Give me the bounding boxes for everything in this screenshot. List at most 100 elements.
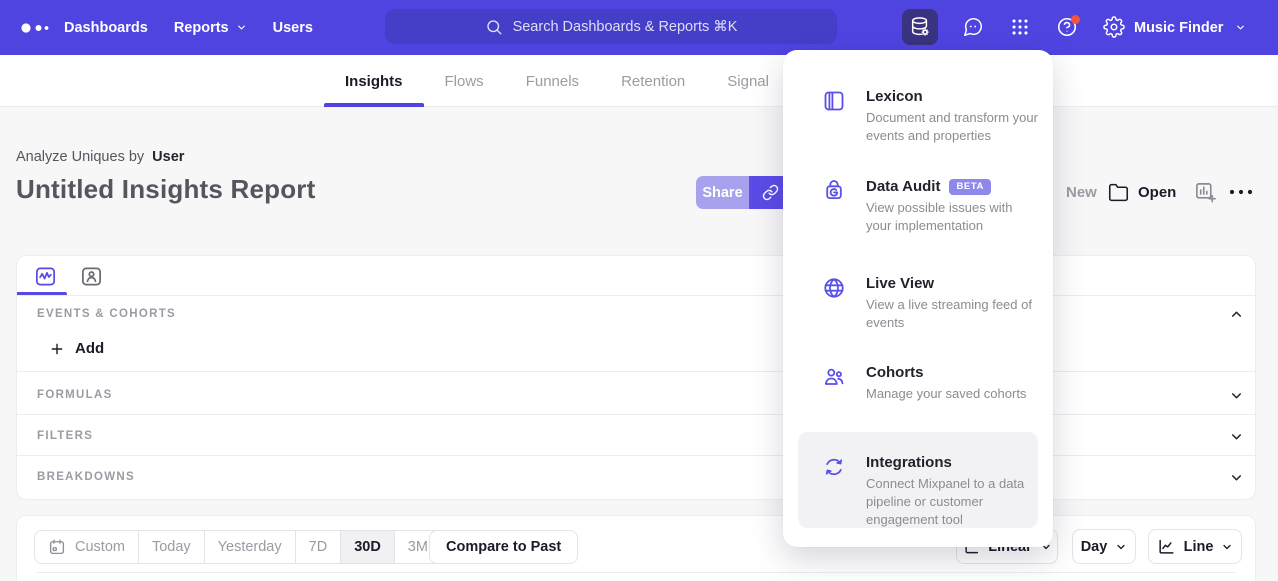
menu-item-live-view[interactable]: Live View View a live streaming feed of … (822, 275, 1038, 332)
users-view-tab[interactable] (79, 264, 103, 288)
add-to-board-button[interactable] (1194, 181, 1217, 204)
range-custom[interactable]: Custom (35, 531, 138, 563)
settings-tool[interactable] (1096, 9, 1132, 45)
top-navbar: Dashboards Reports Users Search Dashboar… (0, 0, 1278, 55)
data-management-dropdown: Lexicon Document and transform your even… (783, 50, 1053, 547)
divider (17, 371, 1255, 372)
folder-icon (1108, 182, 1129, 203)
more-options-button[interactable] (1228, 186, 1254, 198)
lexicon-book-icon (822, 89, 846, 113)
data-management-tool[interactable] (902, 9, 938, 45)
menu-item-title: Data Audit BETA (866, 178, 1038, 195)
range-yesterday[interactable]: Yesterday (204, 531, 295, 563)
tab-flows[interactable]: Flows (445, 55, 484, 107)
expand-formulas-button[interactable] (1229, 388, 1244, 403)
nav-users-label: Users (273, 20, 313, 36)
search-placeholder: Search Dashboards & Reports ⌘K (513, 19, 738, 35)
divider (37, 572, 1235, 573)
menu-item-description: Connect Mixpanel to a data pipeline or c… (866, 476, 1024, 527)
app-window: Dashboards Reports Users Search Dashboar… (0, 0, 1278, 581)
chart-type-label: Line (1184, 539, 1214, 555)
compare-to-past-button[interactable]: Compare to Past (429, 530, 578, 564)
menu-item-integrations[interactable]: Integrations Connect Mixpanel to a data … (822, 454, 1038, 529)
message-bubble-icon (962, 16, 984, 38)
query-builder-card: EVENTS & COHORTS Add FORMULAS FILTERS BR… (16, 255, 1256, 500)
mixpanel-logo-icon[interactable] (20, 17, 50, 39)
menu-item-title-text: Data Audit (866, 178, 940, 195)
tab-insights[interactable]: Insights (345, 55, 403, 107)
chevron-down-icon (1115, 541, 1127, 553)
globe-icon (822, 276, 846, 300)
workspace-name: Music Finder (1134, 20, 1223, 36)
menu-item-data-audit[interactable]: Data Audit BETA View possible issues wit… (822, 178, 1038, 235)
chevron-down-icon (236, 22, 247, 33)
menu-item-lexicon[interactable]: Lexicon Document and transform your even… (822, 88, 1038, 145)
menu-item-description: Manage your saved cohorts (866, 386, 1026, 401)
link-icon (762, 184, 779, 201)
breakdowns-header: BREAKDOWNS (37, 471, 135, 483)
range-today[interactable]: Today (138, 531, 204, 563)
nav-dashboards[interactable]: Dashboards (64, 20, 148, 36)
analysis-eyebrow: Analyze Uniques by User (16, 149, 184, 165)
open-report-button[interactable]: Open (1108, 176, 1176, 209)
apps-grid-tool[interactable] (1002, 9, 1038, 45)
report-type-tabbar: Insights Flows Funnels Retention Signal … (0, 55, 1278, 107)
expand-filters-button[interactable] (1229, 429, 1244, 444)
filters-header: FILTERS (37, 430, 93, 442)
analysis-entity[interactable]: User (152, 149, 184, 165)
tab-funnels[interactable]: Funnels (526, 55, 579, 107)
metrics-view-tab[interactable] (33, 264, 57, 288)
tab-retention[interactable]: Retention (621, 55, 685, 107)
nav-users[interactable]: Users (273, 20, 313, 36)
pulse-chart-icon (34, 265, 57, 288)
chevron-down-icon (1229, 429, 1244, 444)
navbar-links: Dashboards Reports Users (64, 0, 313, 55)
events-cohorts-header: EVENTS & COHORTS (37, 308, 176, 320)
tab-signal[interactable]: Signal (727, 55, 769, 107)
menu-item-cohorts[interactable]: Cohorts Manage your saved cohorts (822, 364, 1038, 403)
workspace-switcher[interactable]: Music Finder (1134, 0, 1246, 55)
menu-item-title: Lexicon (866, 88, 1038, 105)
sync-icon (822, 455, 846, 479)
collapse-events-button[interactable] (1229, 307, 1244, 322)
menu-item-description: Document and transform your events and p… (866, 110, 1038, 143)
chart-plus-icon (1194, 181, 1217, 204)
share-button-group: Share (696, 176, 792, 209)
plus-icon (49, 341, 65, 357)
search-icon (485, 18, 503, 36)
formulas-header: FORMULAS (37, 389, 113, 401)
share-button[interactable]: Share (696, 176, 749, 209)
interval-select[interactable]: Day (1072, 529, 1136, 564)
menu-item-title: Cohorts (866, 364, 1026, 381)
help-tool[interactable] (1049, 9, 1085, 45)
calendar-icon (48, 538, 66, 556)
expand-breakdowns-button[interactable] (1229, 470, 1244, 485)
chevron-up-icon (1229, 307, 1244, 322)
menu-item-description: View possible issues with your implement… (866, 200, 1012, 233)
eyebrow-prefix: Analyze Uniques by (16, 149, 144, 165)
divider (17, 414, 1255, 415)
chevron-down-icon (1229, 470, 1244, 485)
divider (17, 295, 1255, 296)
line-chart-icon (1157, 537, 1176, 556)
search-input[interactable]: Search Dashboards & Reports ⌘K (385, 9, 837, 44)
menu-item-description: View a live streaming feed of events (866, 297, 1032, 330)
nav-reports-label: Reports (174, 20, 229, 36)
nav-reports[interactable]: Reports (174, 20, 247, 36)
range-7d[interactable]: 7D (295, 531, 341, 563)
apps-grid-icon (1009, 16, 1031, 38)
page-title[interactable]: Untitled Insights Report (16, 174, 315, 205)
lock-icon (822, 179, 846, 203)
gear-icon (1103, 16, 1125, 38)
feedback-tool[interactable] (955, 9, 991, 45)
beta-badge: BETA (949, 179, 991, 195)
database-gear-icon (909, 16, 931, 38)
new-label: New (1066, 184, 1097, 201)
add-event-button[interactable]: Add (49, 340, 104, 357)
people-icon (822, 365, 846, 389)
chevron-down-icon (1235, 22, 1246, 33)
chart-type-select[interactable]: Line (1148, 529, 1242, 564)
open-label: Open (1138, 184, 1176, 201)
notification-dot (1071, 15, 1080, 24)
range-30d-selected[interactable]: 30D (340, 531, 394, 563)
